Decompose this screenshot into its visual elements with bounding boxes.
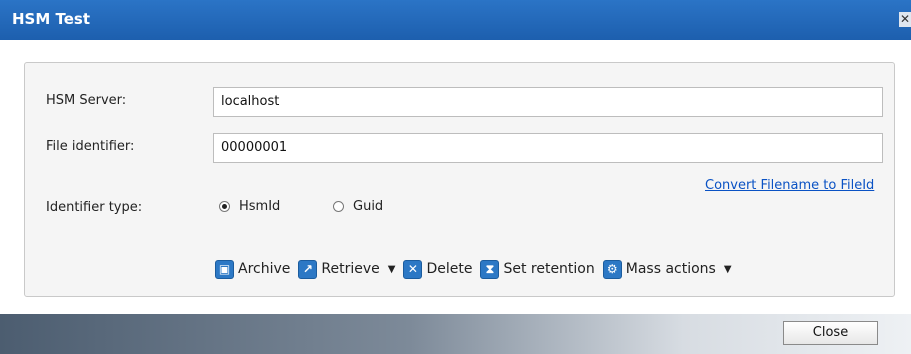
retrieve-icon: ↗ [298,259,318,279]
archive-label: Archive [238,261,291,277]
hourglass-icon: ⧗ [480,259,500,279]
window-close-icon[interactable]: ✕ [899,12,911,27]
mass-actions-label: Mass actions [625,261,716,277]
hsm-server-label: HSM Server: [46,93,127,108]
delete-button[interactable]: ✕ Delete [403,259,473,279]
close-button[interactable]: Close [783,321,878,345]
file-identifier-input[interactable]: 00000001 [213,133,883,163]
retrieve-label: Retrieve [321,261,380,277]
delete-label: Delete [426,261,473,277]
gear-icon: ⚙ [602,259,622,279]
title-bar: HSM Test ✕ [0,0,911,40]
mass-actions-button[interactable]: ⚙ Mass actions ▼ [602,259,732,279]
radio-guid-label: Guid [353,199,384,214]
file-identifier-label: File identifier: [46,139,135,154]
hsm-server-input[interactable]: localhost [213,87,883,117]
footer-bar [0,314,911,354]
archive-button[interactable]: ▣ Archive [215,259,291,279]
retrieve-button[interactable]: ↗ Retrieve ▼ [298,259,396,279]
chevron-down-icon[interactable]: ▼ [724,264,732,275]
set-retention-button[interactable]: ⧗ Set retention [480,259,595,279]
radio-selected-icon [219,201,230,212]
convert-filename-link[interactable]: Convert Filename to FileId [705,178,874,193]
radio-hsmid[interactable]: HsmId [219,199,280,214]
radio-unselected-icon [333,201,344,212]
radio-hsmid-label: HsmId [239,199,281,214]
set-retention-label: Set retention [503,261,595,277]
chevron-down-icon[interactable]: ▼ [388,264,396,275]
identifier-type-label: Identifier type: [46,200,143,215]
delete-icon: ✕ [403,259,423,279]
window-title: HSM Test [12,10,91,28]
archive-icon: ▣ [215,259,234,279]
action-toolbar: ▣ Archive ↗ Retrieve ▼ ✕ Delete ⧗ Set re… [215,258,740,280]
radio-guid[interactable]: Guid [333,199,383,214]
